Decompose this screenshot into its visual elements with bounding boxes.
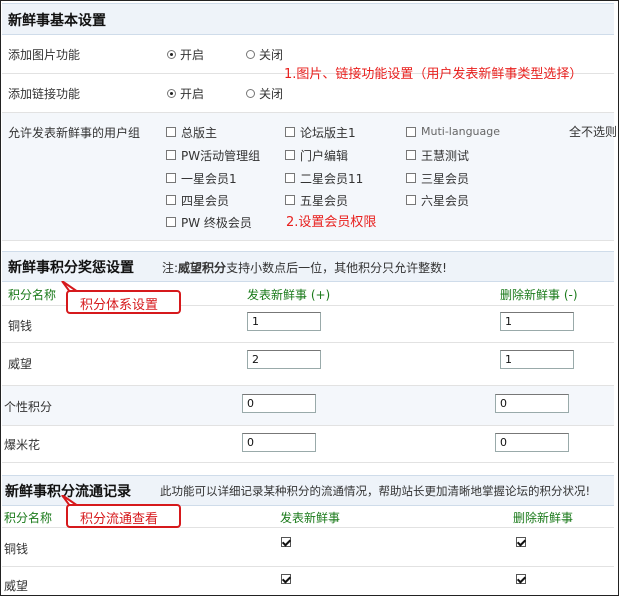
copper-delete-checkbox[interactable] <box>516 537 526 547</box>
flow-row-copper: 铜钱 <box>2 528 614 567</box>
flow-record-desc: 此功能可以详细记录某种积分的流通情况，帮助站长更加清晰地掌握论坛的积分状况! <box>160 484 591 498</box>
personal-post-input[interactable] <box>242 394 316 413</box>
group-checkbox[interactable] <box>285 173 295 183</box>
user-groups-label: 允许发表新鲜事的用户组 <box>8 126 141 140</box>
image-off-label: 关闭 <box>259 48 284 62</box>
group-label: PW 终极会员 <box>181 216 252 230</box>
prestige-post-input[interactable] <box>247 350 321 369</box>
basic-settings-title: 新鲜事基本设置 <box>8 13 106 29</box>
user-groups-row: 允许发表新鲜事的用户组 全不选则 总版主 论坛版主1 Muti-language… <box>2 113 618 241</box>
group-label: PW活动管理组 <box>181 149 261 163</box>
group-label: 六星会员 <box>421 194 470 208</box>
group-checkbox[interactable] <box>406 150 416 160</box>
group-label: 一星会员1 <box>181 172 237 186</box>
flow-col-post: 发表新鲜事 <box>280 511 341 525</box>
group-checkbox[interactable] <box>285 150 295 160</box>
copper-post-checkbox[interactable] <box>281 537 291 547</box>
reward-note-prefix: 注: <box>162 261 179 275</box>
points-flow-callout: 积分流通查看 <box>66 504 181 528</box>
group-label: Muti-language <box>421 125 501 138</box>
group-checkbox[interactable] <box>166 150 176 160</box>
link-on-label: 开启 <box>180 87 205 101</box>
group-checkbox[interactable] <box>285 195 295 205</box>
reward-row-name: 个性积分 <box>4 400 53 414</box>
flow-row-name: 铜钱 <box>4 542 29 556</box>
prestige-delete-input[interactable] <box>500 350 574 369</box>
image-feature-label: 添加图片功能 <box>8 48 81 62</box>
prestige-delete-checkbox[interactable] <box>516 574 526 584</box>
link-off-label: 关闭 <box>259 87 284 101</box>
group-checkbox[interactable] <box>406 127 416 137</box>
link-off-radio[interactable] <box>246 89 255 98</box>
copper-post-input[interactable] <box>247 312 321 331</box>
group-checkbox[interactable] <box>406 173 416 183</box>
reward-row-name: 威望 <box>8 357 33 371</box>
points-system-callout: 积分体系设置 <box>66 290 181 314</box>
reward-row-name: 爆米花 <box>4 438 41 452</box>
image-on-radio[interactable] <box>167 50 176 59</box>
group-checkbox[interactable] <box>166 217 176 227</box>
group-label: 论坛版主1 <box>300 126 356 140</box>
reward-row-personal: 个性积分 <box>2 386 614 426</box>
link-feature-row: 添加链接功能 开启 关闭 <box>2 74 614 113</box>
group-label: 二星会员11 <box>300 172 364 186</box>
image-off-radio[interactable] <box>246 50 255 59</box>
link-on-radio[interactable] <box>167 89 176 98</box>
group-checkbox[interactable] <box>166 127 176 137</box>
group-label: 总版主 <box>181 126 218 140</box>
basic-settings-header: 新鲜事基本设置 <box>2 3 614 35</box>
flow-col-delete: 删除新鲜事 <box>513 511 574 525</box>
copper-delete-input[interactable] <box>500 312 574 331</box>
group-label: 门户编辑 <box>300 149 349 163</box>
reward-col-name: 积分名称 <box>8 288 57 302</box>
reward-note-bold: 威望积分 <box>178 261 227 275</box>
group-checkbox[interactable] <box>285 127 295 137</box>
link-feature-label: 添加链接功能 <box>8 87 81 101</box>
reward-col-delete: 删除新鲜事 (-) <box>500 288 578 302</box>
flow-col-name: 积分名称 <box>4 511 53 525</box>
reward-settings-title: 新鲜事积分奖惩设置 <box>8 260 134 276</box>
personal-delete-input[interactable] <box>495 394 569 413</box>
popcorn-post-input[interactable] <box>242 433 316 452</box>
group-checkbox[interactable] <box>166 173 176 183</box>
group-label: 三星会员 <box>421 172 470 186</box>
reward-row-prestige: 威望 <box>2 343 614 386</box>
group-label: 王慧测试 <box>421 149 470 163</box>
prestige-post-checkbox[interactable] <box>281 574 291 584</box>
image-feature-row: 添加图片功能 开启 关闭 1.图片、链接功能设置（用户发表新鲜事类型选择） <box>2 35 614 82</box>
reward-note-rest: 支持小数点后一位，其他积分只允许整数! <box>226 261 447 275</box>
reward-row-popcorn: 爆米花 <box>2 426 614 463</box>
reward-row-name: 铜钱 <box>8 319 33 333</box>
group-label: 四星会员 <box>181 194 230 208</box>
flow-row-name: 威望 <box>4 579 29 593</box>
group-checkbox[interactable] <box>406 195 416 205</box>
group-checkbox[interactable] <box>166 195 176 205</box>
group-label: 五星会员 <box>300 194 349 208</box>
member-permission-note: 2.设置会员权限 <box>286 215 377 230</box>
reward-col-post: 发表新鲜事 (+) <box>247 288 331 302</box>
reward-settings-header: 新鲜事积分奖惩设置 注:威望积分支持小数点后一位，其他积分只允许整数! <box>2 251 614 282</box>
flow-record-header: 新鲜事积分流通记录 此功能可以详细记录某种积分的流通情况，帮助站长更加清晰地掌握… <box>2 475 614 506</box>
flow-row-prestige: 威望 <box>2 567 614 594</box>
image-on-label: 开启 <box>180 48 205 62</box>
popcorn-delete-input[interactable] <box>495 433 569 452</box>
reward-settings-note: 注:威望积分支持小数点后一位，其他积分只允许整数! <box>162 259 447 276</box>
deselect-all-note: 全不选则 <box>569 125 618 139</box>
